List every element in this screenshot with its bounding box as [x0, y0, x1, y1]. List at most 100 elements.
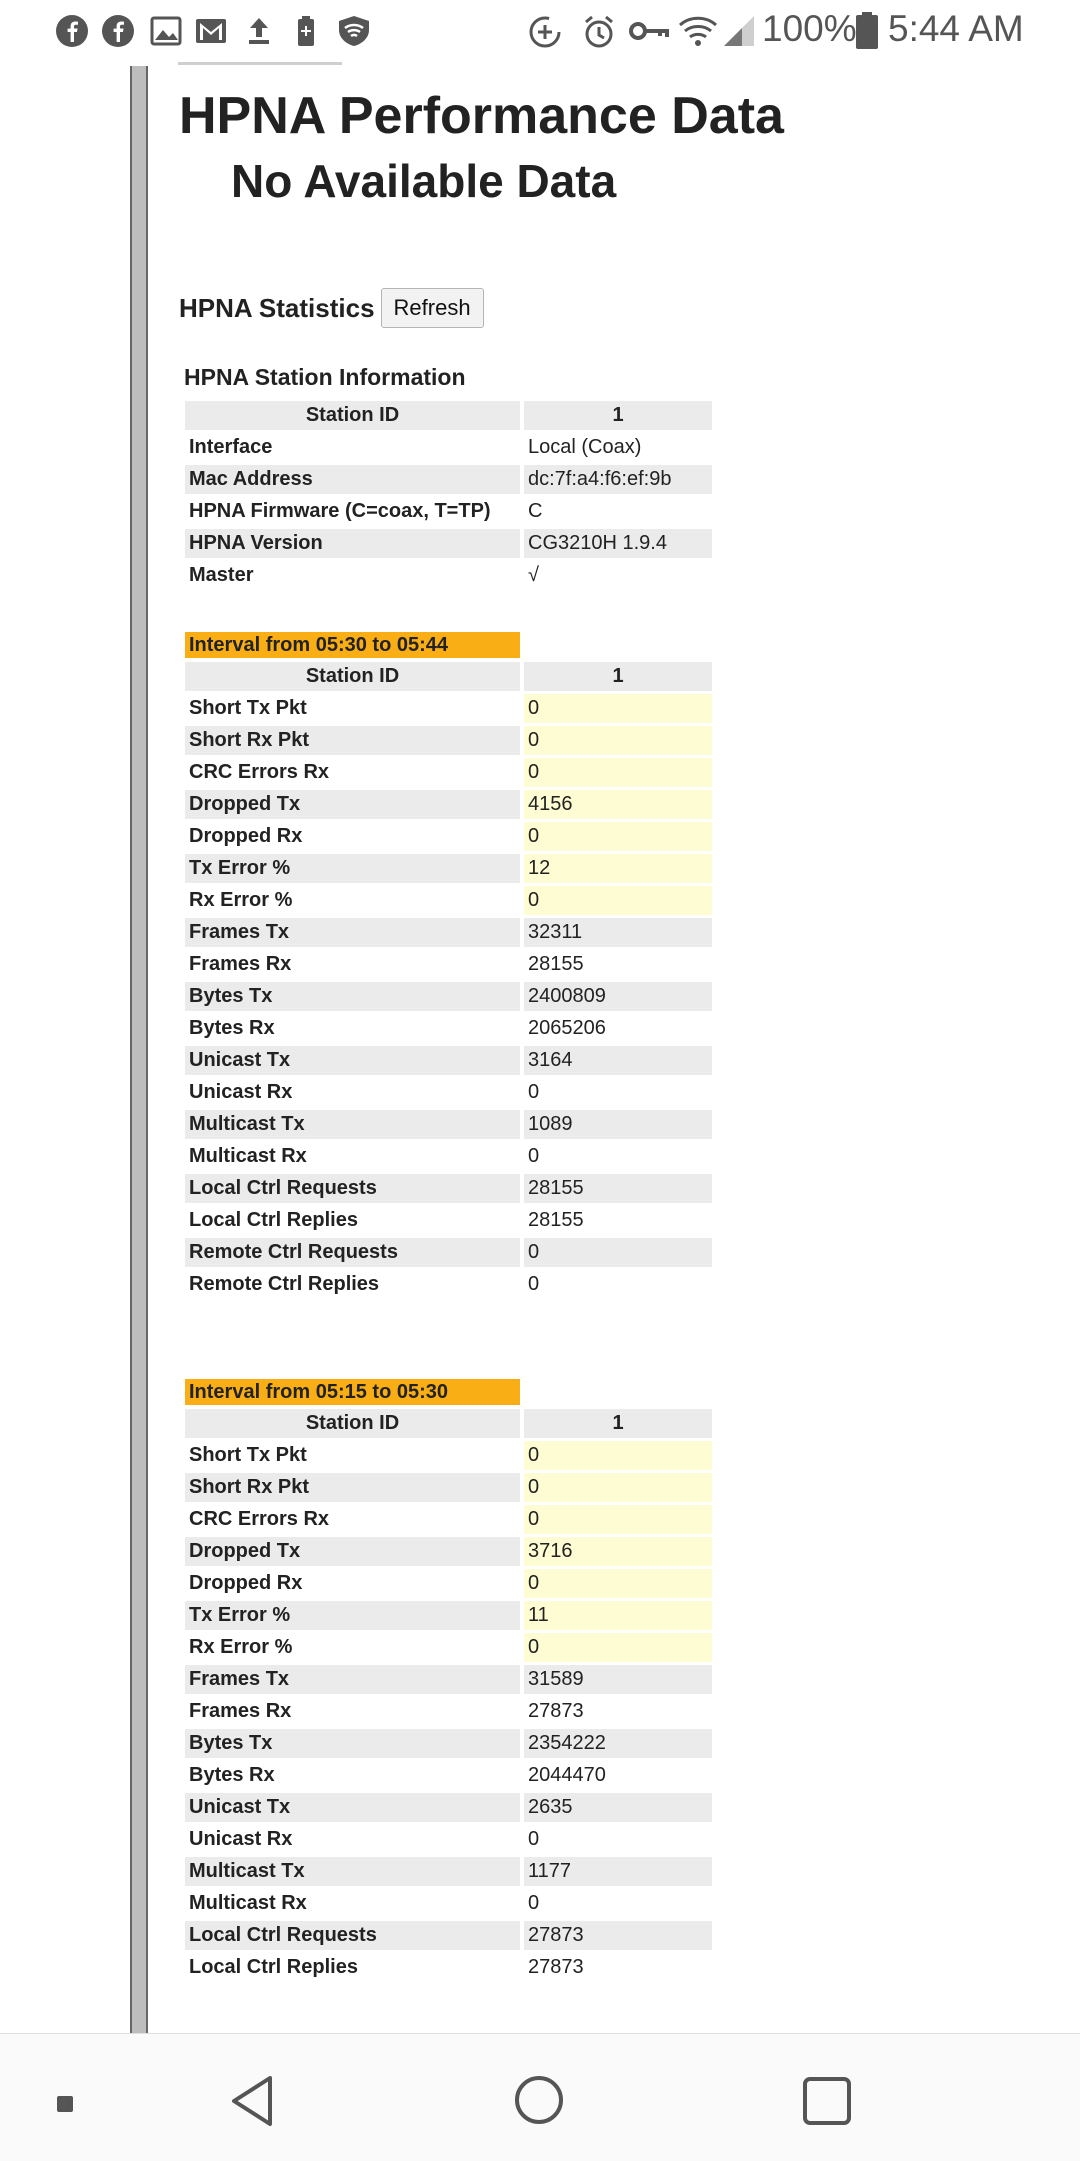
- row-value: 31589: [524, 1665, 712, 1694]
- row-label: Bytes Rx: [189, 1764, 275, 1786]
- row-label: Bytes Rx: [189, 1017, 275, 1039]
- row-label: Frames Tx: [185, 1665, 520, 1694]
- row-label: Multicast Tx: [185, 1110, 520, 1139]
- table-row-crc-errors-rx: CRC Errors Rx 0: [185, 1505, 712, 1534]
- table-row-dropped-tx: Dropped Tx 4156: [185, 790, 712, 819]
- row-label: Bytes Tx: [185, 982, 520, 1011]
- recents-dot-icon[interactable]: [57, 2096, 73, 2112]
- table-row-unicast-tx: Unicast Tx 3164: [185, 1046, 712, 1075]
- row-value: 0: [524, 1569, 712, 1598]
- table-row-master: Master √: [185, 561, 712, 590]
- row-label: Local Ctrl Requests: [185, 1174, 520, 1203]
- table-row-unicast-rx: Unicast Rx 0: [185, 1825, 712, 1854]
- home-icon[interactable]: [513, 2074, 565, 2126]
- page-title: HPNA Performance Data: [179, 87, 784, 145]
- table-row-remote-ctrl-requests: Remote Ctrl Requests 0: [185, 1238, 712, 1267]
- station-info-table: Station ID 1 Interface Local (Coax) Mac Ad…: [181, 398, 716, 593]
- refresh-button[interactable]: Refresh: [380, 288, 484, 328]
- table-row-short-tx-pkt: Short Tx Pkt 0: [185, 694, 712, 723]
- row-value: 1089: [524, 1110, 712, 1139]
- row-label: Unicast Rx: [189, 1081, 293, 1103]
- row-label: Bytes Tx: [185, 1729, 520, 1758]
- row-label: Dropped Tx: [185, 790, 520, 819]
- row-label: Frames Rx: [189, 1700, 292, 1722]
- row-value: 27873: [524, 1921, 712, 1950]
- interval-table: Interval from 05:15 to 05:30 Station ID 1 S…: [181, 1374, 716, 1985]
- row-label: Master: [189, 564, 254, 586]
- row-value: 0: [528, 1081, 540, 1103]
- row-label: Short Rx Pkt: [185, 726, 520, 755]
- interval-label-row: Interval from 05:15 to 05:30: [185, 1377, 712, 1406]
- row-value: 0: [528, 1828, 540, 1850]
- gmail-icon: [196, 19, 226, 43]
- data-saver-icon: [529, 16, 561, 48]
- row-value: 0: [524, 694, 712, 723]
- row-label: Rx Error %: [189, 1636, 293, 1658]
- row-label: Rx Error %: [189, 889, 293, 911]
- row-label: Frames Rx: [189, 953, 292, 975]
- table-header-row: Station ID 1: [185, 401, 712, 430]
- row-label: HPNA Firmware (C=coax, T=TP): [189, 500, 491, 522]
- row-label: Tx Error %: [185, 1601, 520, 1630]
- row-value: 0: [524, 1633, 712, 1662]
- interval-label: Interval from 05:15 to 05:30: [185, 1378, 520, 1405]
- row-label: Local Ctrl Replies: [189, 1209, 358, 1231]
- row-value: 12: [524, 854, 712, 883]
- row-label: Short Tx Pkt: [189, 697, 307, 719]
- row-value: 0: [528, 1273, 540, 1295]
- row-value: 1177: [524, 1857, 712, 1886]
- row-label: HPNA Version: [185, 529, 520, 558]
- row-value: 4156: [524, 790, 712, 819]
- row-value: 27873: [528, 1956, 584, 1978]
- row-value: C: [528, 500, 543, 522]
- station-info-caption: HPNA Station Information: [184, 364, 466, 390]
- row-label: Remote Ctrl Requests: [185, 1238, 520, 1267]
- row-label: Multicast Tx: [185, 1857, 520, 1886]
- header-value: 1: [524, 662, 712, 691]
- row-label: Tx Error %: [185, 854, 520, 883]
- row-value: 2044470: [528, 1764, 606, 1786]
- status-bar: 100% 5:44 AM: [0, 0, 1080, 66]
- header-label: Station ID: [185, 1409, 520, 1438]
- stats-header: HPNA Statistics Refresh: [179, 288, 484, 328]
- row-label: Interface: [189, 436, 273, 458]
- facebook-icon: [102, 15, 134, 47]
- table-row-mac-address: Mac Address dc:7f:a4:f6:ef:9b: [185, 465, 712, 494]
- overview-icon[interactable]: [802, 2076, 852, 2126]
- header-label: Station ID: [185, 662, 520, 691]
- header-value: 1: [524, 401, 712, 430]
- page-left-border: [130, 66, 148, 2033]
- signal-icon: [724, 16, 754, 46]
- battery-saver-icon: [298, 16, 314, 46]
- row-value: 0: [528, 1145, 540, 1167]
- table-row-multicast-rx: Multicast Rx 0: [185, 1889, 712, 1918]
- table-row-dropped-tx: Dropped Tx 3716: [185, 1537, 712, 1566]
- shield-wifi-icon: [339, 16, 369, 46]
- table-row-multicast-rx: Multicast Rx 0: [185, 1142, 712, 1171]
- interval-label-row: Interval from 05:30 to 05:44: [185, 630, 712, 659]
- table-row-local-ctrl-requests: Local Ctrl Requests 28155: [185, 1174, 712, 1203]
- row-value: 28155: [528, 1209, 584, 1231]
- row-label: Unicast Tx: [185, 1793, 520, 1822]
- stats-title: HPNA Statistics: [179, 292, 375, 323]
- battery-percent: 100%: [762, 8, 857, 49]
- table-row-bytes-rx: Bytes Rx 2044470: [185, 1761, 712, 1790]
- table-row-rx-error: Rx Error % 0: [185, 886, 712, 915]
- table-row-bytes-rx: Bytes Rx 2065206: [185, 1014, 712, 1043]
- facebook-icon: [56, 15, 88, 47]
- table-row-dropped-rx: Dropped Rx 0: [185, 822, 712, 851]
- back-icon[interactable]: [228, 2074, 276, 2128]
- navigation-bar: [0, 2033, 1080, 2161]
- table-row-bytes-tx: Bytes Tx 2354222: [185, 1729, 712, 1758]
- row-label: Frames Tx: [185, 918, 520, 947]
- table-row-frames-tx: Frames Tx 32311: [185, 918, 712, 947]
- row-label: Local Ctrl Replies: [189, 1956, 358, 1978]
- table-row-hpna-version: HPNA Version CG3210H 1.9.4: [185, 529, 712, 558]
- row-label: CRC Errors Rx: [189, 761, 330, 783]
- table-row-rx-error: Rx Error % 0: [185, 1633, 712, 1662]
- row-value: dc:7f:a4:f6:ef:9b: [524, 465, 712, 494]
- row-value: 2635: [524, 1793, 712, 1822]
- row-value: 28155: [524, 1174, 712, 1203]
- no-data-message: No Available Data: [231, 155, 617, 207]
- row-value: 0: [524, 886, 712, 915]
